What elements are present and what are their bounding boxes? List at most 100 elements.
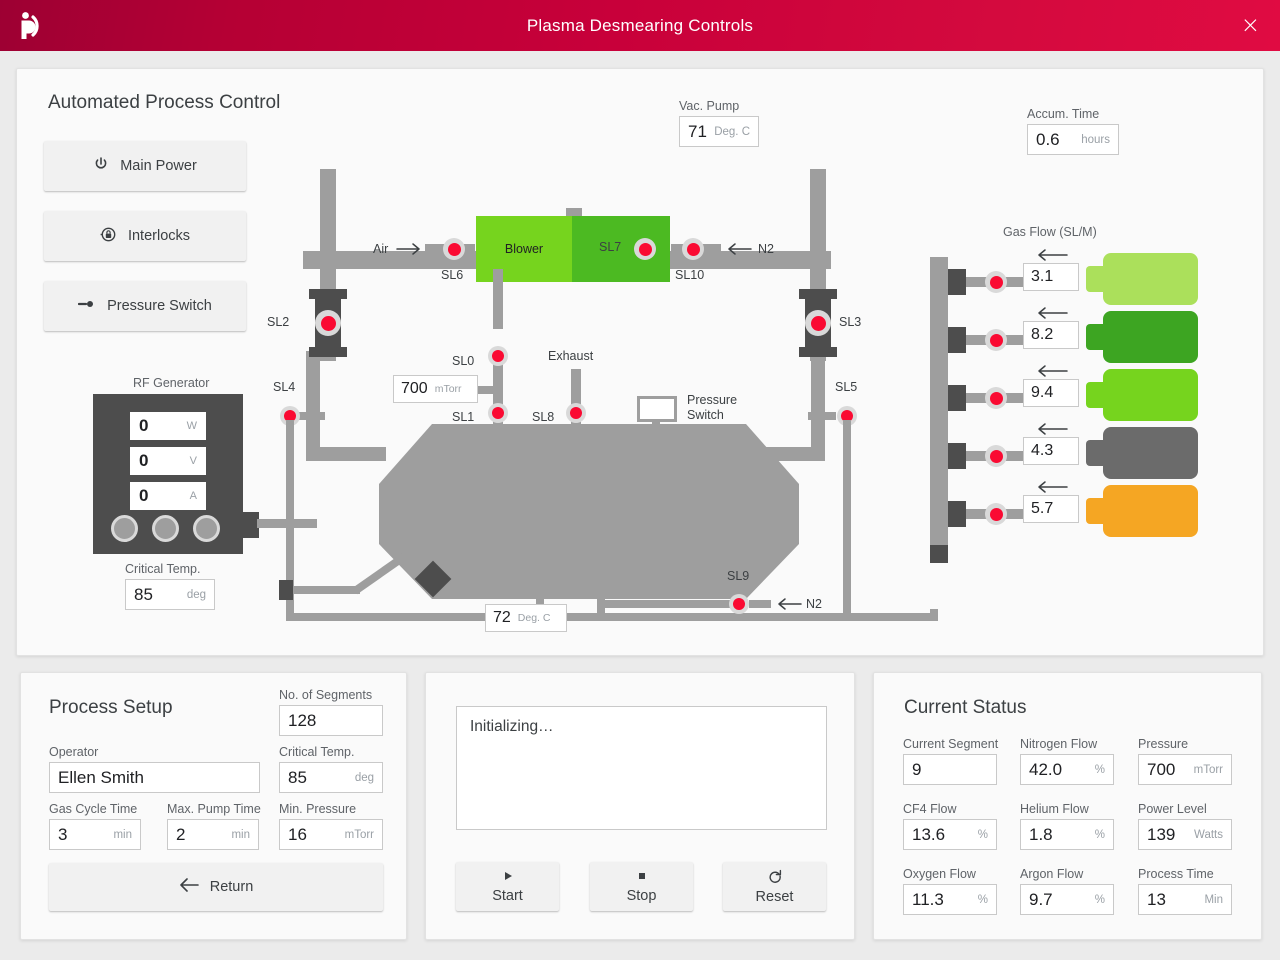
pressure-switch-sensor[interactable] bbox=[637, 396, 677, 422]
max-pump-time-value: 2 bbox=[176, 825, 185, 845]
status-cf4-flow-field: CF4 Flow 13.6 % bbox=[903, 802, 997, 850]
pipe-chamber-drain-horizontal bbox=[294, 586, 360, 594]
min-pressure-input[interactable]: 16 mTorr bbox=[279, 819, 383, 850]
status-current-segment-box[interactable]: 9 bbox=[903, 754, 997, 785]
gas-row-3-valve[interactable] bbox=[985, 387, 1007, 409]
sl10-label: SL10 bbox=[675, 268, 704, 282]
gas-cycle-time-field: Gas Cycle Time 3 min bbox=[49, 802, 141, 850]
pipe-sl4-stub bbox=[297, 412, 325, 420]
arrow-left-icon bbox=[179, 878, 199, 896]
gas-row-1-readout[interactable]: 3.1 bbox=[1023, 263, 1079, 291]
gas-row-4-readout[interactable]: 4.3 bbox=[1023, 437, 1079, 465]
status-current-segment-label: Current Segment bbox=[903, 737, 998, 751]
sl3-flange-bottom bbox=[799, 347, 837, 357]
chamber-temp-value: 72 bbox=[493, 609, 511, 627]
gas-row-5-readout[interactable]: 5.7 bbox=[1023, 495, 1079, 523]
status-argon-flow-value: 9.7 bbox=[1029, 890, 1053, 910]
gas-cycle-time-input[interactable]: 3 min bbox=[49, 819, 141, 850]
status-pressure-box[interactable]: 700 mTorr bbox=[1138, 754, 1232, 785]
title-bar: Plasma Desmearing Controls × bbox=[0, 0, 1280, 51]
valve-sl0[interactable] bbox=[488, 346, 508, 366]
status-power-level-unit: Watts bbox=[1194, 829, 1223, 841]
n2-top-arrow-icon bbox=[723, 241, 753, 257]
gas-row-3-readout[interactable]: 9.4 bbox=[1023, 379, 1079, 407]
status-pressure-value: 700 bbox=[1147, 760, 1175, 780]
max-pump-time-input[interactable]: 2 min bbox=[167, 819, 259, 850]
max-pump-time-label: Max. Pump Time bbox=[167, 802, 261, 816]
return-button[interactable]: Return bbox=[49, 863, 383, 911]
gas-row-1-valve[interactable] bbox=[985, 271, 1007, 293]
status-current-segment-value: 9 bbox=[912, 760, 921, 780]
chamber-temp-readout[interactable]: 72 Deg. C bbox=[485, 604, 567, 632]
status-process-time-box[interactable]: 13 Min bbox=[1138, 884, 1232, 915]
pipe-sl9-horizontal bbox=[597, 600, 737, 608]
operator-input[interactable]: Ellen Smith bbox=[49, 762, 260, 793]
status-process-time-value: 13 bbox=[1147, 890, 1166, 910]
stop-button[interactable]: Stop bbox=[590, 862, 693, 911]
gas-row-2-valve[interactable] bbox=[985, 329, 1007, 351]
operator-field: Operator Ellen Smith bbox=[49, 745, 260, 793]
pipe-sl5-stub bbox=[808, 412, 836, 420]
status-pressure-field: Pressure 700 mTorr bbox=[1138, 737, 1232, 785]
close-icon[interactable]: × bbox=[1241, 14, 1260, 37]
status-power-level-box[interactable]: 139 Watts bbox=[1138, 819, 1232, 850]
blower-unit[interactable]: Blower bbox=[476, 216, 572, 282]
sl1-label: SL1 bbox=[452, 410, 474, 424]
valve-sl8[interactable] bbox=[566, 403, 586, 423]
max-pump-time-field: Max. Pump Time 2 min bbox=[167, 802, 261, 850]
gas-row-4-valve[interactable] bbox=[985, 445, 1007, 467]
status-argon-flow-box[interactable]: 9.7 % bbox=[1020, 884, 1114, 915]
gas-row-5-valve[interactable] bbox=[985, 503, 1007, 525]
chamber-temp-unit: Deg. C bbox=[518, 612, 551, 624]
setup-critical-temp-unit: deg bbox=[355, 772, 374, 784]
gas-row-2-value: 8.2 bbox=[1031, 326, 1053, 344]
pipe-sl9-n2 bbox=[749, 600, 771, 608]
pipe-right-elbow-vertical bbox=[811, 351, 825, 461]
status-cf4-flow-value: 13.6 bbox=[912, 825, 945, 845]
reset-button[interactable]: Reset bbox=[723, 862, 826, 911]
gas-manifold-foot bbox=[930, 545, 948, 563]
valve-sl9[interactable] bbox=[729, 594, 749, 614]
valve-sl7[interactable] bbox=[634, 238, 656, 260]
setup-critical-temp-input[interactable]: 85 deg bbox=[279, 762, 383, 793]
status-current-segment-field: Current Segment 9 bbox=[903, 737, 998, 785]
valve-sl1[interactable] bbox=[488, 403, 508, 423]
segments-input[interactable]: 128 bbox=[279, 705, 383, 736]
status-nitrogen-flow-value: 42.0 bbox=[1029, 760, 1062, 780]
sl6-label: SL6 bbox=[441, 268, 463, 282]
start-button[interactable]: Start bbox=[456, 862, 559, 911]
sl7-label: SL7 bbox=[599, 240, 621, 254]
n2-top-label: N2 bbox=[758, 242, 774, 256]
gas-row-4-arrow-icon bbox=[1035, 421, 1069, 437]
sl3-label: SL3 bbox=[839, 315, 861, 329]
gas-row-1-value: 3.1 bbox=[1031, 268, 1053, 286]
status-helium-flow-label: Helium Flow bbox=[1020, 802, 1114, 816]
stop-label: Stop bbox=[627, 888, 657, 904]
valve-sl2[interactable] bbox=[315, 310, 341, 336]
gas-row-2-readout[interactable]: 8.2 bbox=[1023, 321, 1079, 349]
status-nitrogen-flow-field: Nitrogen Flow 42.0 % bbox=[1020, 737, 1114, 785]
start-label: Start bbox=[492, 888, 523, 904]
sl8-label: SL8 bbox=[532, 410, 554, 424]
chamber-pressure-readout[interactable]: 700 mTorr bbox=[393, 375, 478, 403]
return-label: Return bbox=[210, 879, 254, 895]
status-oxygen-flow-label: Oxygen Flow bbox=[903, 867, 997, 881]
gas-row-4-port bbox=[948, 443, 966, 469]
status-nitrogen-flow-box[interactable]: 42.0 % bbox=[1020, 754, 1114, 785]
max-pump-time-unit: min bbox=[231, 829, 250, 841]
window-title: Plasma Desmearing Controls bbox=[0, 16, 1280, 36]
valve-sl10[interactable] bbox=[682, 238, 704, 260]
status-process-time-unit: Min bbox=[1204, 894, 1223, 906]
valve-sl6[interactable] bbox=[443, 238, 465, 260]
status-helium-flow-box[interactable]: 1.8 % bbox=[1020, 819, 1114, 850]
status-cf4-flow-box[interactable]: 13.6 % bbox=[903, 819, 997, 850]
sl0-label: SL0 bbox=[452, 354, 474, 368]
sl2-flange-bottom bbox=[309, 347, 347, 357]
process-log-textarea[interactable]: Initializing… bbox=[456, 706, 827, 830]
pressure-switch-sensor-label: Pressure Switch bbox=[687, 393, 737, 423]
status-oxygen-flow-box[interactable]: 11.3 % bbox=[903, 884, 997, 915]
current-status-panel: Current Status Current Segment 9 Nitroge… bbox=[873, 672, 1262, 940]
valve-sl3[interactable] bbox=[805, 310, 831, 336]
process-setup-title: Process Setup bbox=[49, 697, 173, 719]
reset-label: Reset bbox=[756, 889, 794, 905]
